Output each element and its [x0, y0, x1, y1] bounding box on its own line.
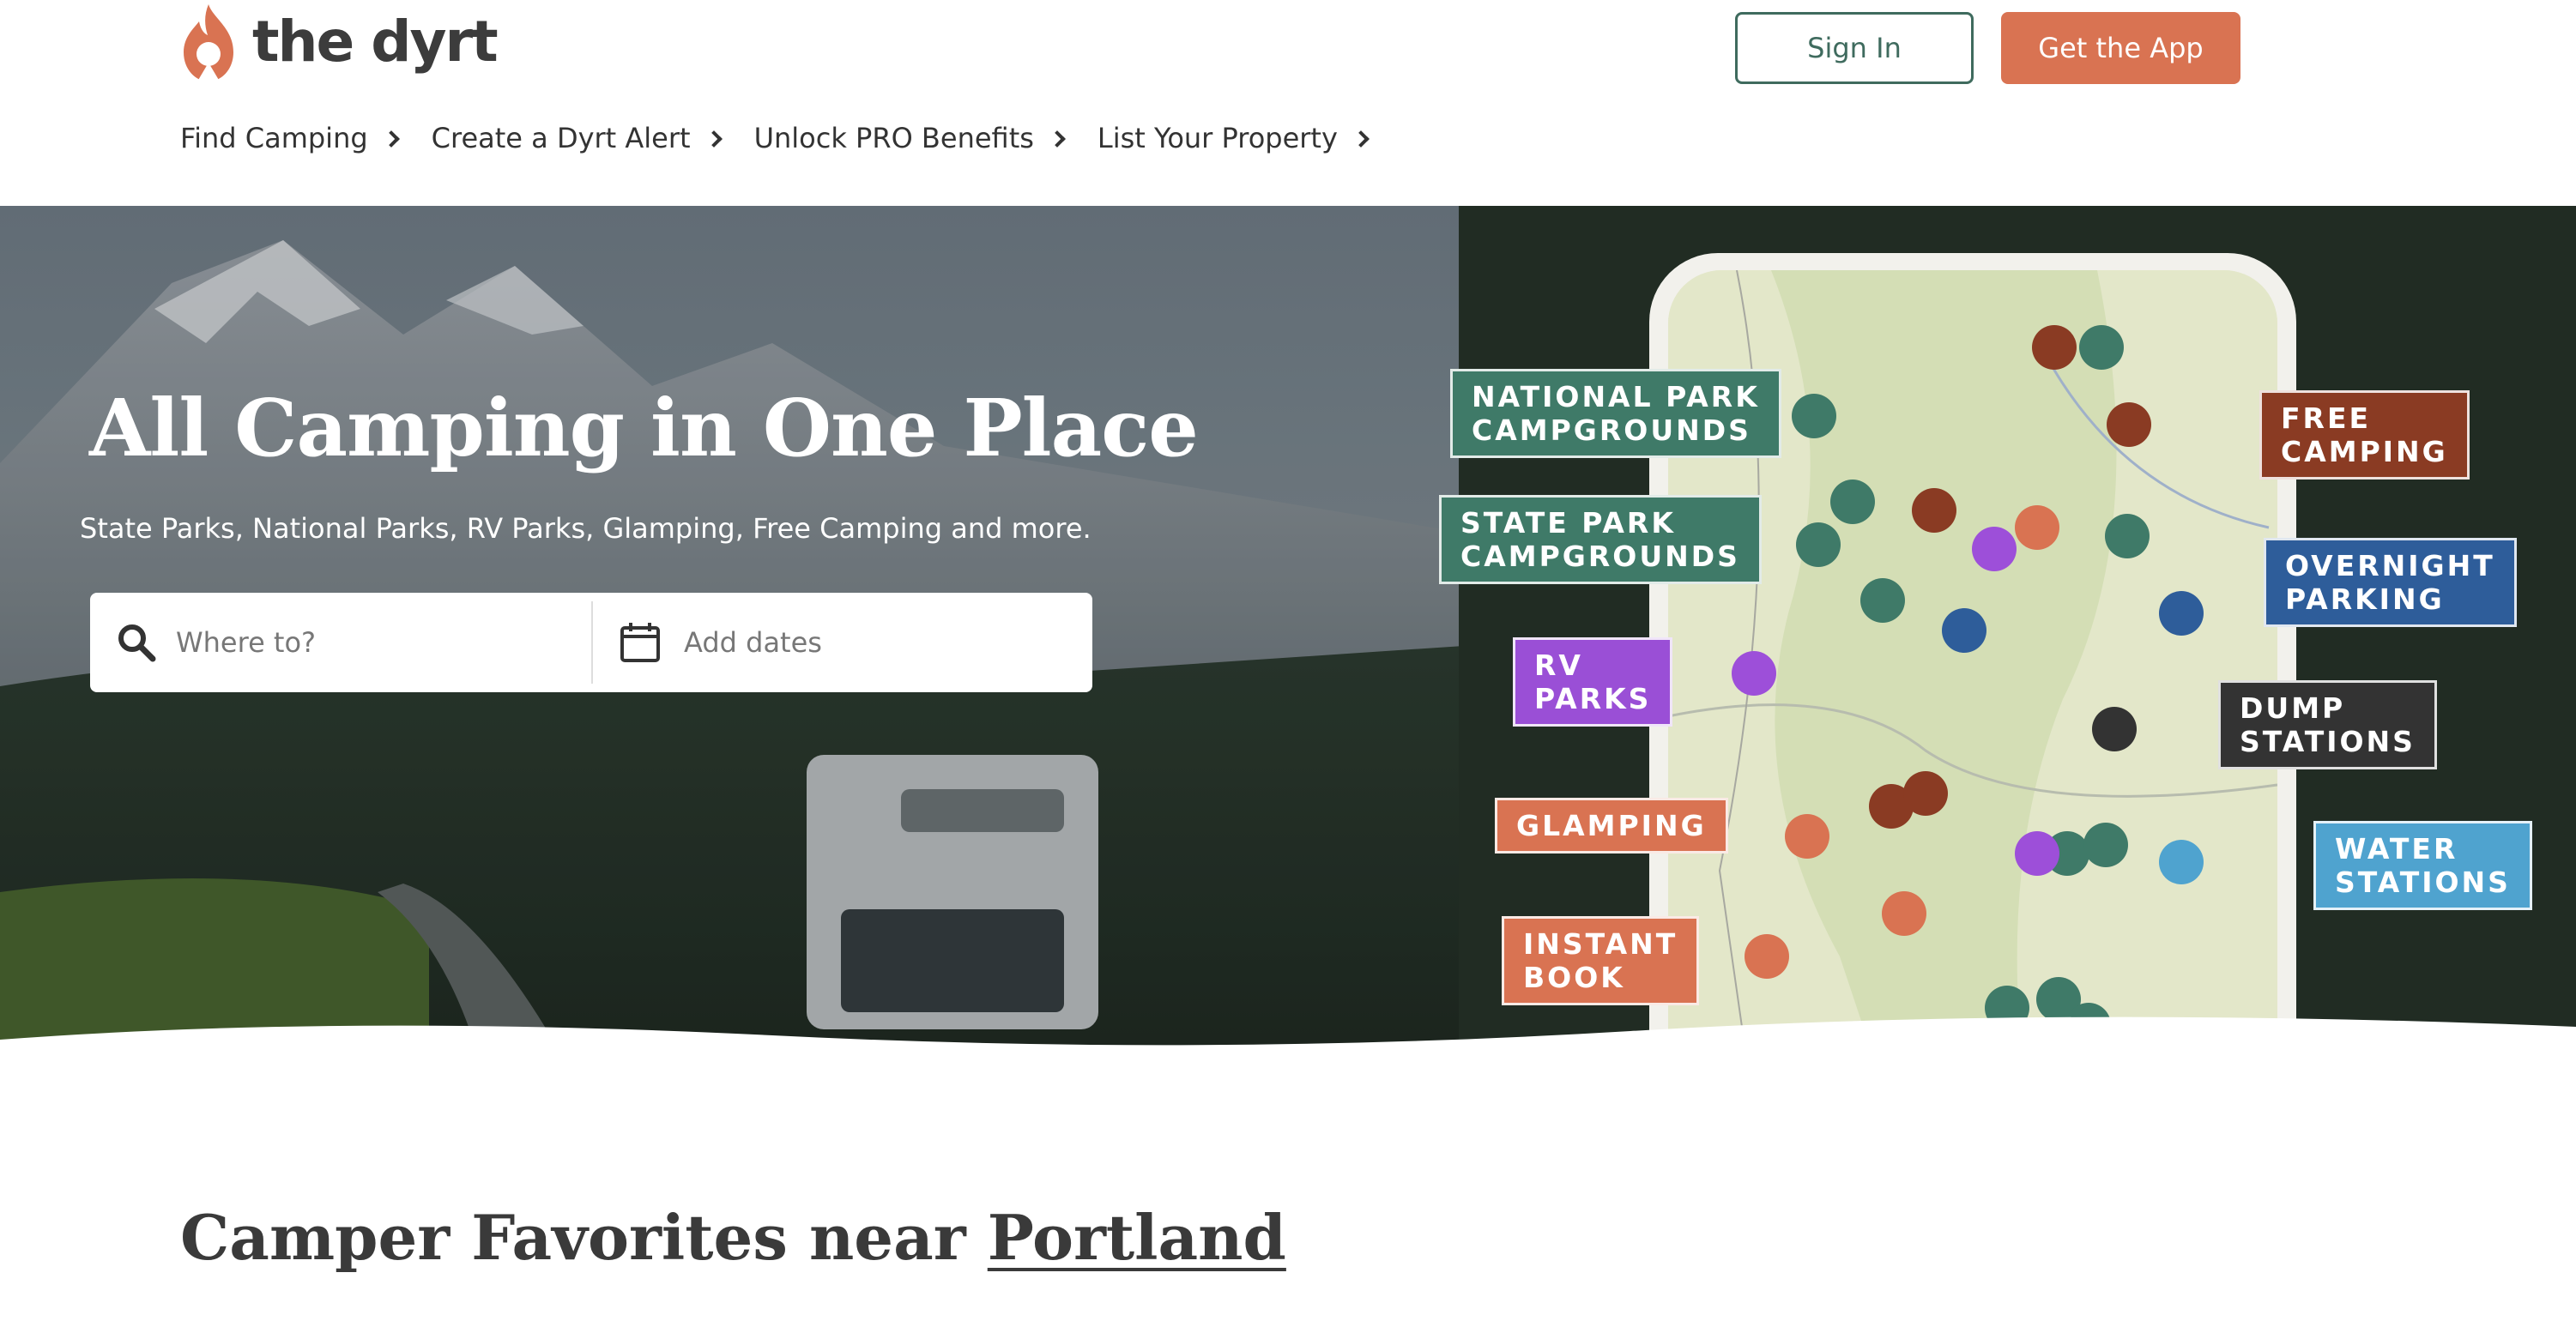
nav-label: Unlock PRO Benefits [753, 122, 1034, 154]
flame-logo-icon [184, 4, 233, 81]
dates-placeholder: Add dates [684, 626, 822, 659]
tag-water-stations: WATER STATIONS [2313, 821, 2532, 910]
nav-label: Find Camping [180, 122, 368, 154]
sign-in-button[interactable]: Sign In [1735, 12, 1974, 84]
hero-wave-divider [0, 1016, 2576, 1064]
chevron-right-icon [382, 130, 400, 148]
search-input[interactable] [174, 625, 535, 660]
tag-glamping: GLAMPING [1495, 798, 1728, 854]
location-link[interactable]: Portland [988, 1201, 1286, 1274]
date-picker[interactable]: Add dates [593, 593, 1092, 692]
chevron-right-icon [1049, 130, 1066, 148]
get-the-app-button[interactable]: Get the App [2001, 12, 2240, 84]
logo[interactable]: the dyrt [180, 2, 499, 84]
tag-instant-book: INSTANT BOOK [1502, 916, 1700, 1005]
site-header: the dyrt Sign In Get the App Find Campin… [0, 0, 2576, 206]
search-bar: Add dates [90, 593, 1092, 692]
nav-label: Create a Dyrt Alert [431, 122, 691, 154]
calendar-icon [620, 623, 660, 662]
heading-prefix: Camper Favorites near [180, 1201, 988, 1274]
main-nav: Find Camping Create a Dyrt Alert Unlock … [180, 122, 1401, 154]
tag-overnight-parking: OVERNIGHT PARKING [2264, 538, 2517, 627]
tag-free-camping: FREE CAMPING [2259, 390, 2470, 480]
tag-national-park-campgrounds: NATIONAL PARK CAMPGROUNDS [1450, 369, 1781, 458]
hero-subtitle: State Parks, National Parks, RV Parks, G… [80, 512, 1091, 545]
camper-favorites-heading: Camper Favorites near Portland [180, 1201, 1286, 1274]
chevron-right-icon [704, 130, 723, 148]
search-icon [118, 624, 156, 662]
nav-create-alert[interactable]: Create a Dyrt Alert [431, 122, 723, 154]
hero-title: All Camping in One Place [89, 382, 1199, 474]
chevron-right-icon [1352, 130, 1370, 148]
tag-state-park-campgrounds: STATE PARK CAMPGROUNDS [1439, 495, 1762, 584]
nav-list-property[interactable]: List Your Property [1097, 122, 1370, 154]
logo-wordmark: the dyrt [252, 8, 499, 75]
nav-label: List Your Property [1097, 122, 1338, 154]
location-search[interactable] [90, 593, 591, 692]
tag-rv-parks: RV PARKS [1513, 637, 1673, 727]
tag-dump-stations: DUMP STATIONS [2218, 680, 2437, 769]
hero-banner: All Camping in One Place State Parks, Na… [0, 206, 2576, 1064]
nav-find-camping[interactable]: Find Camping [180, 122, 400, 154]
nav-unlock-pro[interactable]: Unlock PRO Benefits [753, 122, 1066, 154]
